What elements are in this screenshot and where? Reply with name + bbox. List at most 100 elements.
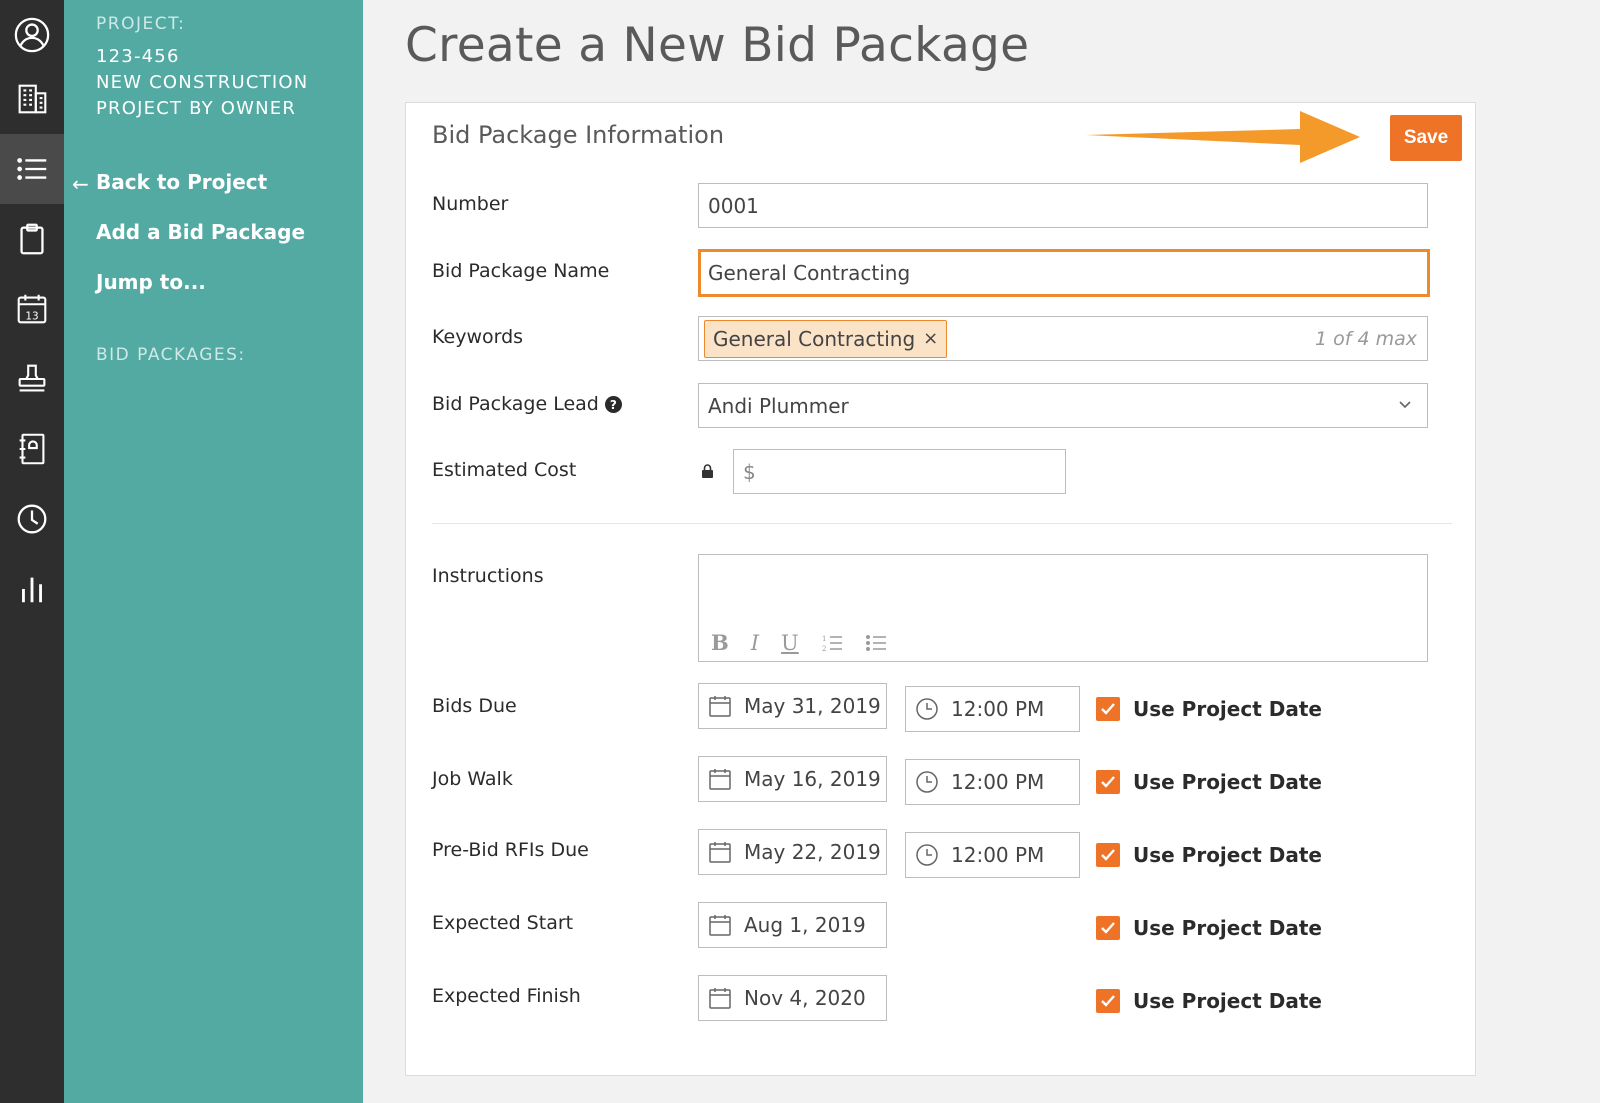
bid-package-lead-value: Andi Plummer bbox=[708, 393, 849, 418]
instructions-editor[interactable]: B I U 12 bbox=[698, 554, 1428, 662]
svg-text:1: 1 bbox=[822, 635, 826, 643]
estimated-cost-label: Estimated Cost bbox=[432, 459, 577, 481]
bids-due-date-input[interactable]: May 31, 2019 bbox=[698, 683, 887, 729]
estimated-cost-input[interactable]: $ bbox=[733, 449, 1066, 494]
bids-due-label: Bids Due bbox=[432, 695, 517, 717]
project-name-line2: PROJECT BY OWNER bbox=[96, 98, 297, 119]
job-walk-date-value: May 16, 2019 bbox=[744, 767, 881, 791]
expected-finish-use-project-label: Use Project Date bbox=[1133, 989, 1322, 1013]
bid-package-lead-label: Bid Package Lead? bbox=[432, 393, 622, 415]
number-input[interactable]: 0001 bbox=[698, 183, 1428, 228]
chevron-down-icon bbox=[1399, 401, 1411, 409]
pre-bid-rfis-time-input[interactable]: 12:00 PM bbox=[905, 832, 1080, 878]
bids-due-time-value: 12:00 PM bbox=[951, 697, 1045, 721]
keywords-label: Keywords bbox=[432, 326, 524, 348]
project-name-line1: NEW CONSTRUCTION bbox=[96, 72, 309, 93]
italic-button[interactable]: I bbox=[751, 631, 759, 655]
project-number: 123-456 bbox=[96, 46, 180, 67]
pre-bid-rfis-date-value: May 22, 2019 bbox=[744, 840, 881, 864]
calendar-icon[interactable]: 13 bbox=[0, 274, 64, 344]
format-toolbar: B I U 12 bbox=[711, 630, 887, 655]
expected-finish-use-project-checkbox[interactable] bbox=[1096, 989, 1120, 1013]
lock-icon bbox=[702, 464, 713, 478]
contacts-icon[interactable] bbox=[0, 414, 64, 484]
bid-package-lead-select[interactable]: Andi Plummer bbox=[698, 383, 1428, 428]
icon-rail: 13 bbox=[0, 0, 64, 1103]
save-button[interactable]: Save bbox=[1390, 115, 1462, 161]
pre-bid-rfis-use-project-label: Use Project Date bbox=[1133, 843, 1322, 867]
ordered-list-icon[interactable]: 12 bbox=[821, 633, 843, 653]
clock-icon bbox=[916, 771, 938, 793]
jump-to-link[interactable]: Jump to... bbox=[96, 270, 206, 294]
bid-package-card: Bid Package Information Save Number 0001… bbox=[405, 102, 1476, 1076]
chart-icon[interactable] bbox=[0, 554, 64, 624]
bullet-list-icon[interactable] bbox=[865, 633, 887, 653]
calendar-icon bbox=[709, 769, 731, 790]
instructions-label: Instructions bbox=[432, 565, 544, 587]
checkmark-icon bbox=[1101, 776, 1115, 788]
keyword-tag-label: General Contracting bbox=[713, 326, 916, 351]
bid-package-name-input[interactable]: General Contracting bbox=[698, 249, 1430, 297]
expected-finish-date-value: Nov 4, 2020 bbox=[744, 986, 866, 1010]
job-walk-date-input[interactable]: May 16, 2019 bbox=[698, 756, 887, 802]
expected-start-use-project-checkbox[interactable] bbox=[1096, 916, 1120, 940]
checkmark-icon bbox=[1101, 995, 1115, 1007]
job-walk-use-project-label: Use Project Date bbox=[1133, 770, 1322, 794]
job-walk-time-input[interactable]: 12:00 PM bbox=[905, 759, 1080, 805]
underline-button[interactable]: U bbox=[781, 631, 799, 655]
calendar-icon bbox=[709, 988, 731, 1009]
svg-text:13: 13 bbox=[25, 310, 38, 322]
card-title: Bid Package Information bbox=[432, 121, 725, 149]
user-icon[interactable] bbox=[0, 0, 64, 70]
keywords-input[interactable]: General Contracting × 1 of 4 max bbox=[698, 316, 1428, 361]
clock-icon bbox=[916, 844, 938, 866]
bids-due-use-project-checkbox[interactable] bbox=[1096, 697, 1120, 721]
expected-start-date-input[interactable]: Aug 1, 2019 bbox=[698, 902, 887, 948]
remove-tag-icon[interactable]: × bbox=[923, 328, 938, 349]
bids-due-use-project-label: Use Project Date bbox=[1133, 697, 1322, 721]
pre-bid-rfis-use-project-checkbox[interactable] bbox=[1096, 843, 1120, 867]
expected-finish-date-input[interactable]: Nov 4, 2020 bbox=[698, 975, 887, 1021]
pre-bid-rfis-date-input[interactable]: May 22, 2019 bbox=[698, 829, 887, 875]
keyword-tag: General Contracting × bbox=[704, 319, 948, 358]
checkmark-icon bbox=[1101, 922, 1115, 934]
number-label: Number bbox=[432, 193, 509, 215]
calendar-icon bbox=[709, 696, 731, 717]
form-divider bbox=[432, 523, 1452, 524]
job-walk-use-project-checkbox[interactable] bbox=[1096, 770, 1120, 794]
expected-start-label: Expected Start bbox=[432, 912, 574, 934]
keywords-count-note: 1 of 4 max bbox=[1314, 327, 1417, 350]
pre-bid-rfis-label: Pre-Bid RFIs Due bbox=[432, 839, 589, 861]
expected-start-date-value: Aug 1, 2019 bbox=[744, 913, 866, 937]
pre-bid-rfis-time-value: 12:00 PM bbox=[951, 843, 1045, 867]
checkmark-icon bbox=[1101, 849, 1115, 861]
svg-text:2: 2 bbox=[822, 645, 826, 653]
bold-button[interactable]: B bbox=[711, 630, 729, 655]
stamp-icon[interactable] bbox=[0, 344, 64, 414]
bid-packages-label: BID PACKAGES: bbox=[96, 345, 246, 365]
help-icon[interactable]: ? bbox=[604, 396, 622, 413]
page-title: Create a New Bid Package bbox=[405, 18, 1030, 73]
expected-finish-label: Expected Finish bbox=[432, 985, 581, 1007]
calendar-icon bbox=[709, 842, 731, 863]
expected-start-use-project-label: Use Project Date bbox=[1133, 916, 1322, 940]
bids-due-date-value: May 31, 2019 bbox=[744, 694, 881, 718]
job-walk-time-value: 12:00 PM bbox=[951, 770, 1045, 794]
back-to-project-link[interactable]: Back to Project bbox=[96, 170, 267, 194]
building-icon[interactable] bbox=[0, 64, 64, 134]
clipboard-icon[interactable] bbox=[0, 204, 64, 274]
bid-package-name-label: Bid Package Name bbox=[432, 260, 610, 282]
add-bid-package-link[interactable]: Add a Bid Package bbox=[96, 220, 305, 244]
calendar-icon bbox=[709, 915, 731, 936]
project-info: 123-456 NEW CONSTRUCTION PROJECT BY OWNE… bbox=[96, 44, 308, 122]
bids-due-time-input[interactable]: 12:00 PM bbox=[905, 686, 1080, 732]
clock-icon[interactable] bbox=[0, 484, 64, 554]
callout-arrow-icon bbox=[1086, 111, 1360, 163]
list-icon[interactable] bbox=[0, 134, 64, 204]
job-walk-label: Job Walk bbox=[432, 768, 513, 790]
clock-icon bbox=[916, 698, 938, 720]
project-label: PROJECT: bbox=[96, 14, 186, 34]
project-sidebar: PROJECT: 123-456 NEW CONSTRUCTION PROJEC… bbox=[64, 0, 363, 1103]
bid-package-lead-label-text: Bid Package Lead bbox=[432, 393, 599, 415]
back-arrow-icon: ← bbox=[72, 172, 89, 196]
